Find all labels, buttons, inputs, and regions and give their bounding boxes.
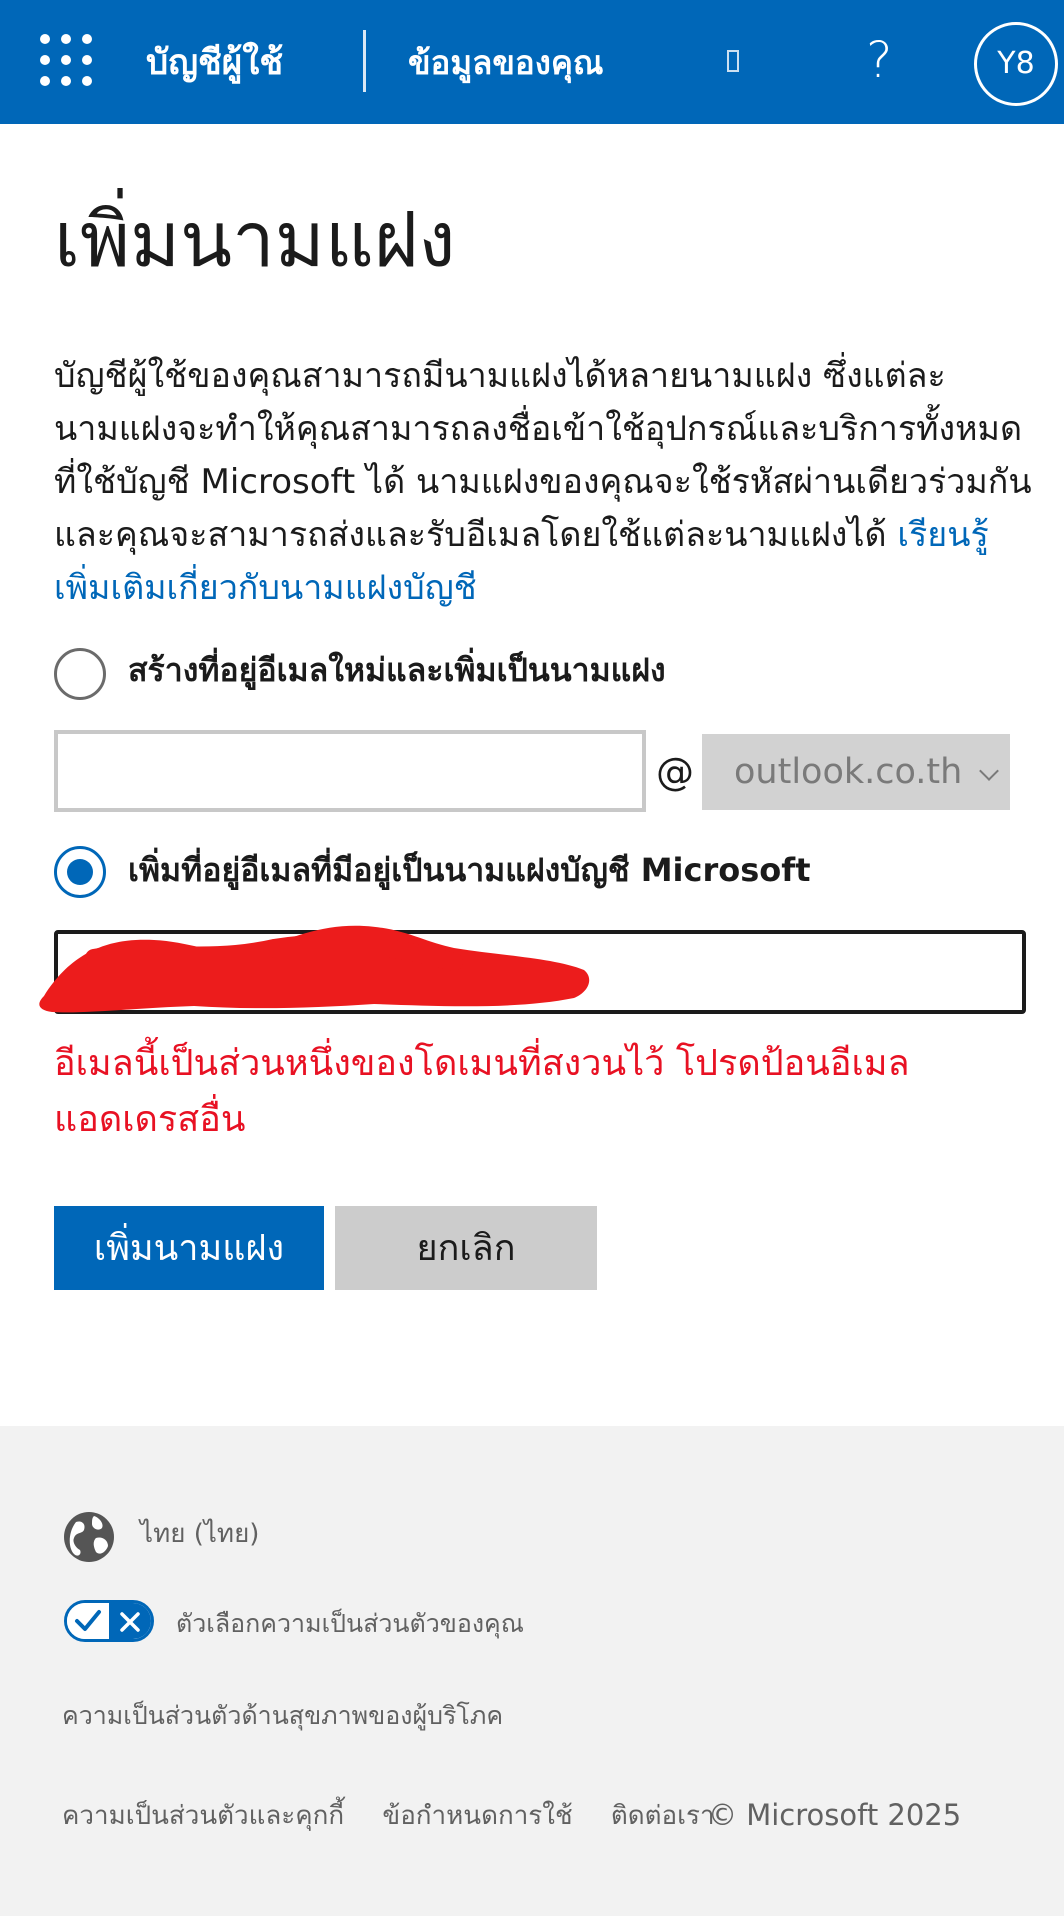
footer [0, 1426, 1064, 1916]
privacy-choices-toggle-icon[interactable] [64, 1600, 154, 1642]
language-selector[interactable]: ไทย (ไทย) [140, 1514, 259, 1554]
header-divider [363, 30, 366, 92]
at-sign: @ [656, 750, 694, 794]
app-title[interactable]: บัญชีผู้ใช้ [146, 38, 283, 88]
radio-existing-email-label[interactable]: เพิ่มที่อยู่อีเมลที่มีอยู่เป็นนามแฝงบัญช… [128, 846, 811, 894]
existing-email-input[interactable] [54, 930, 1026, 1014]
domain-select[interactable]: outlook.co.th [702, 734, 1010, 810]
cancel-button[interactable]: ยกเลิก [335, 1206, 597, 1290]
radio-new-email-label[interactable]: สร้างที่อยู่อีเมลใหม่และเพิ่มเป็นนามแฝง [128, 646, 666, 694]
chevron-down-icon [979, 761, 999, 781]
radio-existing-email[interactable] [54, 846, 106, 898]
copyright: © Microsoft 2025 [708, 1798, 962, 1832]
radio-new-email[interactable] [54, 648, 106, 700]
avatar[interactable]: Y8 [974, 22, 1058, 106]
footer-link-contact[interactable]: ติดต่อเรา [611, 1801, 715, 1831]
top-bar: บัญชีผู้ใช้ ข้อมูลของคุณ ? Y8 [0, 0, 1064, 124]
error-message: อีเมลนี้เป็นส่วนหนึ่งของโดเมนที่สงวนไว้ … [54, 1043, 910, 1140]
globe-icon [64, 1512, 114, 1562]
new-alias-input[interactable] [54, 730, 646, 812]
consumer-health-privacy-link[interactable]: ความเป็นส่วนตัวด้านสุขภาพของผู้บริโภค [62, 1696, 503, 1736]
add-alias-button[interactable]: เพิ่มนามแฝง [54, 1206, 324, 1290]
x-icon [120, 1612, 140, 1632]
privacy-choices-link[interactable]: ตัวเลือกความเป็นส่วนตัวของคุณ [176, 1604, 524, 1644]
check-icon [75, 1610, 101, 1631]
footer-link-privacy-cookies[interactable]: ความเป็นส่วนตัวและคุกกี้ [62, 1801, 344, 1831]
footer-link-terms[interactable]: ข้อกำหนดการใช้ [382, 1801, 572, 1831]
footer-links: ความเป็นส่วนตัวและคุกกี้ ข้อกำหนดการใช้ … [62, 1796, 745, 1836]
section-title[interactable]: ข้อมูลของคุณ [408, 38, 604, 88]
domain-select-value: outlook.co.th [734, 752, 963, 792]
help-icon[interactable]: ? [866, 28, 893, 92]
description-text: บัญชีผู้ใช้ของคุณสามารถมีนามแฝงได้หลายนา… [54, 356, 1032, 555]
app-launcher-icon[interactable] [40, 34, 92, 86]
missing-glyph-icon [727, 50, 739, 72]
page-title: เพิ่มนามแฝง [54, 195, 456, 284]
alias-description: บัญชีผู้ใช้ของคุณสามารถมีนามแฝงได้หลายนา… [54, 350, 1034, 615]
